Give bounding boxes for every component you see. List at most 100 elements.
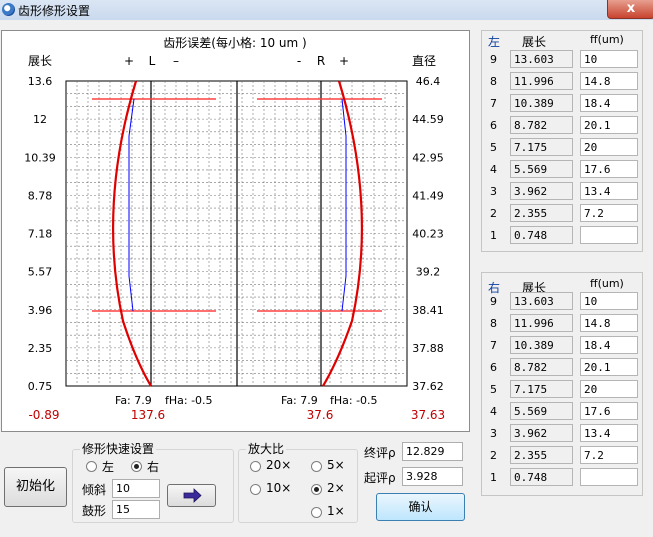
tilt-input[interactable]: 10: [112, 479, 160, 498]
ff-input[interactable]: 10: [580, 292, 638, 310]
window-title: 齿形修形设置: [18, 4, 91, 18]
left-table-side: 左: [488, 35, 501, 49]
right-flank-table: 右 展长 ff(um) 9 13.603 10 8 11.996 14.8 7 10.389 1…: [481, 272, 643, 496]
zoom-1x-radio[interactable]: [311, 507, 322, 518]
ff-input[interactable]: [580, 468, 638, 486]
right-tick-label: 42.95: [412, 151, 444, 164]
roll-length-cell: 0.748: [510, 468, 573, 486]
tilt-label: 倾斜: [82, 483, 107, 497]
left-table-col2: ff(um): [590, 33, 624, 46]
ff-input[interactable]: 13.4: [580, 182, 638, 200]
left-axis-title: 展长: [28, 54, 52, 68]
left-L-marker: L: [149, 54, 156, 68]
row-index: 6: [490, 119, 497, 132]
roll-length-cell: 3.962: [510, 182, 573, 200]
end-rho-label: 终评ρ: [364, 446, 396, 460]
row-index: 5: [490, 383, 497, 396]
roll-length-cell: 2.355: [510, 204, 573, 222]
ff-input[interactable]: 14.8: [580, 72, 638, 90]
left-plus-marker: +: [124, 54, 134, 68]
ff-input[interactable]: 10: [580, 50, 638, 68]
right-tick-label: 39.2: [416, 266, 441, 279]
left-tick-label: 10.39: [24, 151, 56, 164]
left-tick-label: 7.18: [28, 228, 53, 241]
zoom-5x-radio[interactable]: [311, 461, 322, 472]
zoom-20x-radio[interactable]: [250, 461, 261, 472]
left-tick-label: 5.57: [28, 266, 53, 279]
right-table-side: 右: [488, 281, 501, 295]
crown-label: 鼓形: [82, 504, 107, 518]
title-bar: 齿形修形设置 x: [0, 0, 653, 20]
right-tick-label: 40.23: [412, 228, 444, 241]
row-index: 9: [490, 295, 497, 308]
zoom-title: 放大比: [246, 440, 287, 457]
left-tick-label: 8.78: [28, 189, 53, 202]
row-index: 2: [490, 449, 497, 462]
row-index: 5: [490, 141, 497, 154]
row-index: 4: [490, 163, 497, 176]
apply-arrow-button[interactable]: [167, 484, 216, 507]
roll-length-cell: 7.175: [510, 380, 573, 398]
zoom-1x-label: 1×: [327, 504, 345, 518]
ff-input[interactable]: 20: [580, 380, 638, 398]
left-fa-readout: Fa: 7.9: [115, 394, 152, 407]
right-tick-label: 41.49: [412, 189, 444, 202]
chart-title: 齿形误差(每小格: 10 um ): [163, 35, 306, 50]
zoom-10x-radio[interactable]: [250, 484, 261, 495]
ff-input[interactable]: 13.4: [580, 424, 638, 442]
roll-length-cell: 0.748: [510, 226, 573, 244]
crown-input[interactable]: 15: [112, 500, 160, 519]
row-index: 9: [490, 53, 497, 66]
ff-input[interactable]: 20.1: [580, 358, 638, 376]
left-minus-marker: –: [173, 54, 179, 68]
right-tick-label: 38.41: [412, 304, 444, 317]
roll-length-cell: 5.569: [510, 402, 573, 420]
confirm-button[interactable]: 确认: [376, 493, 465, 521]
right-tick-label: 37.88: [412, 342, 444, 355]
ff-input[interactable]: [580, 226, 638, 244]
roll-length-cell: 10.389: [510, 94, 573, 112]
right-fa-readout: Fa: 7.9: [281, 394, 318, 407]
row-index: 8: [490, 317, 497, 330]
roll-length-cell: 13.603: [510, 50, 573, 68]
ff-input[interactable]: 14.8: [580, 314, 638, 332]
roll-length-cell: 5.569: [510, 160, 573, 178]
ff-input[interactable]: 17.6: [580, 402, 638, 420]
side-right-radio[interactable]: [131, 461, 142, 472]
row-index: 7: [490, 97, 497, 110]
left-tick-label: 0.75: [28, 380, 53, 393]
zoom-2x-radio[interactable]: [311, 484, 322, 495]
bottom-value-2: 137.6: [131, 408, 165, 422]
zoom-2x-label: 2×: [327, 481, 345, 495]
left-table-col1: 展长: [522, 35, 547, 49]
right-R-marker: R: [317, 54, 325, 68]
bottom-value-3: 37.6: [307, 408, 334, 422]
ff-input[interactable]: 20: [580, 138, 638, 156]
start-rho-label: 起评ρ: [364, 471, 396, 485]
roll-length-cell: 3.962: [510, 424, 573, 442]
ff-input[interactable]: 7.2: [580, 204, 638, 222]
side-right-label: 右: [147, 460, 160, 474]
roll-length-cell: 8.782: [510, 116, 573, 134]
ff-input[interactable]: 17.6: [580, 160, 638, 178]
quick-setting-title: 修形快速设置: [80, 440, 157, 457]
roll-length-cell: 13.603: [510, 292, 573, 310]
row-index: 3: [490, 185, 497, 198]
ff-input[interactable]: 18.4: [580, 336, 638, 354]
close-button[interactable]: x: [607, 0, 653, 19]
zoom-5x-label: 5×: [327, 458, 345, 472]
right-tick-label: 46.4: [416, 75, 441, 88]
side-left-radio[interactable]: [86, 461, 97, 472]
end-rho-input[interactable]: 12.829: [402, 442, 463, 461]
ff-input[interactable]: 18.4: [580, 94, 638, 112]
zoom-10x-label: 10×: [266, 481, 292, 495]
start-rho-input[interactable]: 3.928: [402, 467, 463, 486]
init-button[interactable]: 初始化: [4, 467, 67, 507]
ff-input[interactable]: 20.1: [580, 116, 638, 134]
row-index: 4: [490, 405, 497, 418]
left-tick-label: 2.35: [28, 342, 53, 355]
row-index: 1: [490, 471, 497, 484]
ff-input[interactable]: 7.2: [580, 446, 638, 464]
right-axis-title: 直径: [412, 54, 436, 68]
right-table-col2: ff(um): [590, 277, 624, 290]
